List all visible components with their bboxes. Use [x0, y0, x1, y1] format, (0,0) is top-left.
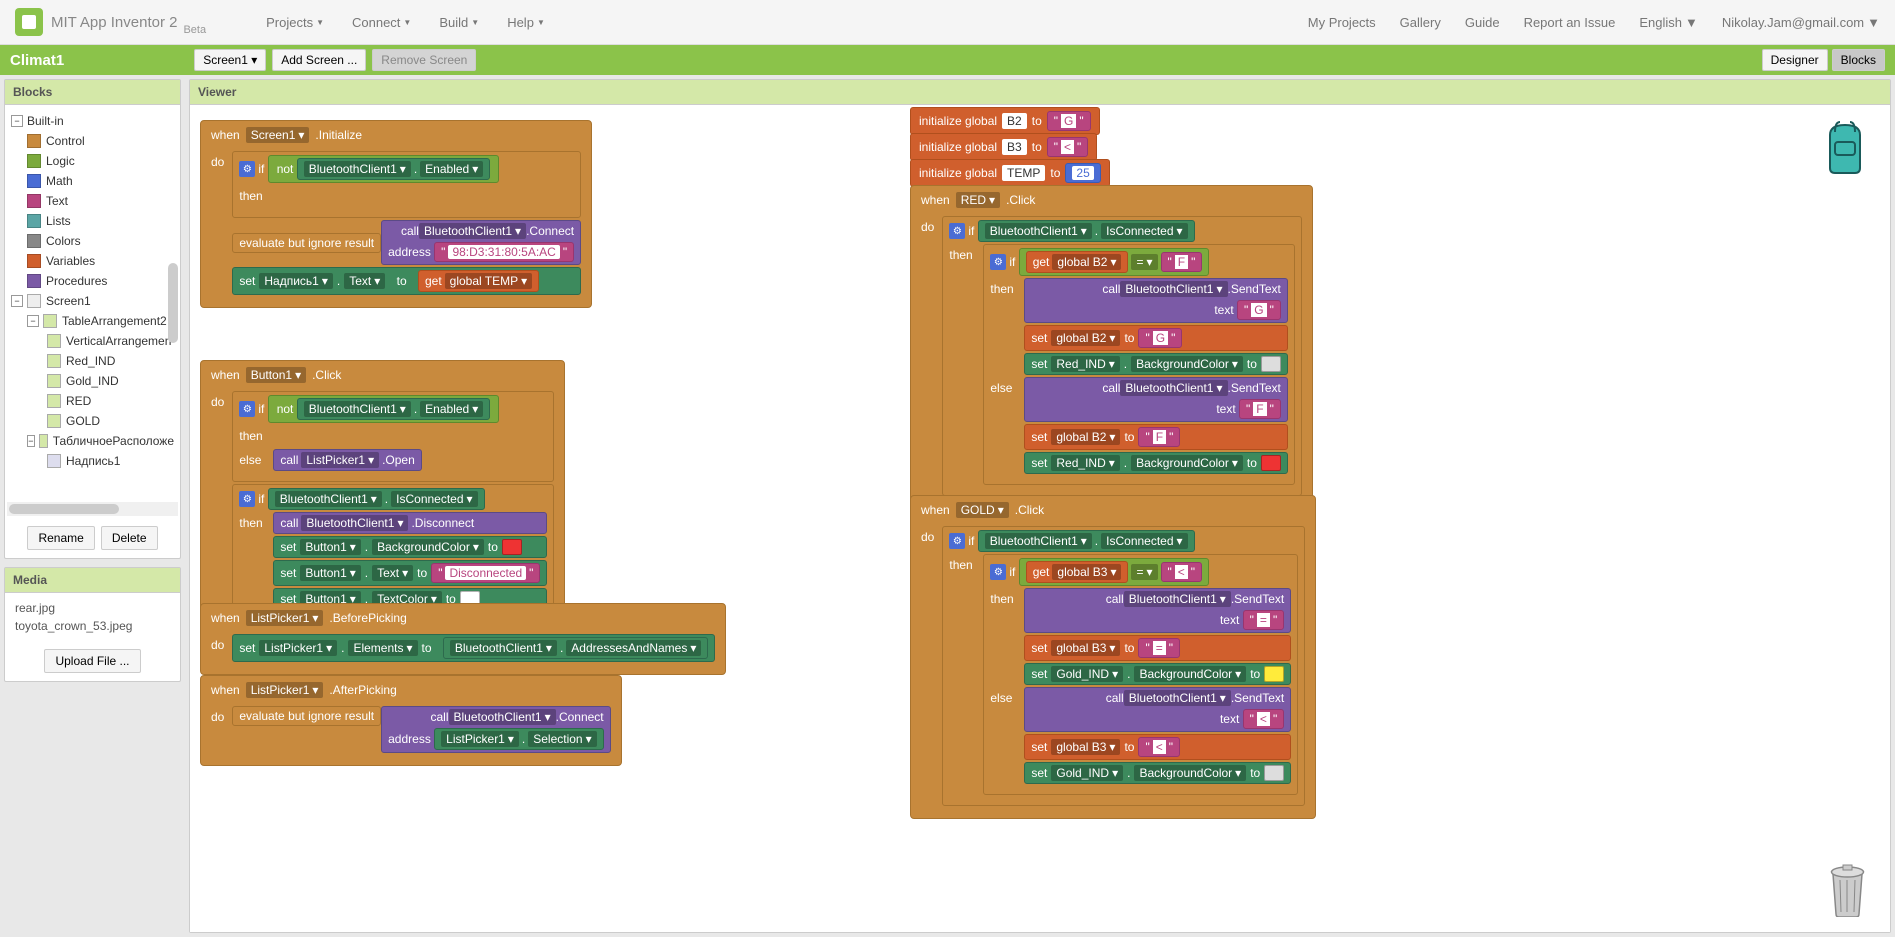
block-init-temp[interactable]: initialize global TEMP to 25: [910, 159, 1110, 187]
viewer-header: Viewer: [190, 80, 1890, 105]
app-logo-icon: [15, 8, 43, 36]
blocks-panel-header: Blocks: [5, 80, 180, 105]
tree-variables[interactable]: Variables: [9, 251, 176, 271]
main-menu: Projects▼ Connect▼ Build▼ Help▼: [266, 15, 545, 30]
top-bar: MIT App Inventor 2 Beta Projects▼ Connec…: [0, 0, 1895, 45]
block-gold-click[interactable]: when GOLD ▾ .Click do ⚙ if BluetoothClie…: [910, 495, 1316, 819]
tree-screen1[interactable]: −Screen1: [9, 291, 176, 311]
gear-icon[interactable]: ⚙: [239, 401, 255, 417]
tree-colors[interactable]: Colors: [9, 231, 176, 251]
media-panel: Media rear.jpg toyota_crown_53.jpeg Uplo…: [4, 567, 181, 682]
block-init-b2[interactable]: initialize global B2 to " G ": [910, 107, 1100, 135]
project-bar: Climat1 Screen1 ▾ Add Screen ... Remove …: [0, 45, 1895, 75]
tree-control[interactable]: Control: [9, 131, 176, 151]
gear-icon[interactable]: ⚙: [949, 533, 965, 549]
blocks-panel: Blocks −Built-in Control Logic Math Text…: [4, 79, 181, 559]
blocks-button[interactable]: Blocks: [1832, 49, 1885, 71]
gear-icon[interactable]: ⚙: [990, 564, 1006, 580]
menu-connect[interactable]: Connect▼: [352, 15, 411, 30]
tree-tabrus[interactable]: −ТабличноеРасположе: [9, 431, 176, 451]
rename-button[interactable]: Rename: [27, 526, 94, 550]
media-file-2[interactable]: toyota_crown_53.jpeg: [15, 617, 170, 635]
gear-icon[interactable]: ⚙: [990, 254, 1006, 270]
left-panel: Blocks −Built-in Control Logic Math Text…: [0, 75, 185, 937]
right-menu: My Projects Gallery Guide Report an Issu…: [1308, 15, 1880, 30]
menu-help[interactable]: Help▼: [507, 15, 545, 30]
tree-builtin[interactable]: −Built-in: [9, 111, 176, 131]
trash-icon[interactable]: [1825, 862, 1870, 917]
tree-lists[interactable]: Lists: [9, 211, 176, 231]
tree-logic[interactable]: Logic: [9, 151, 176, 171]
tree-text[interactable]: Text: [9, 191, 176, 211]
remove-screen-button[interactable]: Remove Screen: [372, 49, 476, 71]
menu-guide[interactable]: Guide: [1465, 15, 1500, 30]
block-listpicker-beforepicking[interactable]: when ListPicker1 ▾ .BeforePicking do set…: [200, 603, 726, 675]
media-panel-header: Media: [5, 568, 180, 593]
app-title: MIT App Inventor 2: [51, 14, 177, 31]
blocks-tree[interactable]: −Built-in Control Logic Math Text Lists …: [5, 105, 180, 500]
menu-gallery[interactable]: Gallery: [1400, 15, 1441, 30]
tree-procedures[interactable]: Procedures: [9, 271, 176, 291]
tree-hscrollbar[interactable]: [7, 502, 178, 516]
blocks-workspace[interactable]: when Screen1 ▾ .Initialize do ⚙ if not B…: [190, 105, 1890, 932]
project-name: Climat1: [10, 52, 64, 69]
gear-icon[interactable]: ⚙: [239, 161, 255, 177]
beta-label: Beta: [183, 24, 206, 36]
menu-user[interactable]: Nikolay.Jam@gmail.com▼: [1722, 15, 1880, 30]
tree-nadpis1[interactable]: Надпись1: [9, 451, 176, 471]
designer-button[interactable]: Designer: [1762, 49, 1828, 71]
menu-language[interactable]: English▼: [1639, 15, 1698, 30]
add-screen-button[interactable]: Add Screen ...: [272, 49, 366, 71]
block-button1-click[interactable]: when Button1 ▾ .Click do ⚙ if not Blueto…: [200, 360, 565, 634]
upload-file-button[interactable]: Upload File ...: [44, 649, 140, 673]
media-file-1[interactable]: rear.jpg: [15, 599, 170, 617]
menu-build[interactable]: Build▼: [439, 15, 479, 30]
gear-icon[interactable]: ⚙: [949, 223, 965, 239]
tree-gold[interactable]: GOLD: [9, 411, 176, 431]
tree-red[interactable]: RED: [9, 391, 176, 411]
menu-projects[interactable]: Projects▼: [266, 15, 324, 30]
block-listpicker-afterpicking[interactable]: when ListPicker1 ▾ .AfterPicking do eval…: [200, 675, 622, 766]
tree-vertarr[interactable]: VerticalArrangemen: [9, 331, 176, 351]
gear-icon[interactable]: ⚙: [239, 491, 255, 507]
tree-goldind[interactable]: Gold_IND: [9, 371, 176, 391]
tree-tablearr2[interactable]: −TableArrangement2: [9, 311, 176, 331]
block-screen1-initialize[interactable]: when Screen1 ▾ .Initialize do ⚙ if not B…: [200, 120, 592, 308]
block-red-click[interactable]: when RED ▾ .Click do ⚙ if BluetoothClien…: [910, 185, 1313, 509]
tree-redind[interactable]: Red_IND: [9, 351, 176, 371]
block-init-b3[interactable]: initialize global B3 to " < ": [910, 133, 1097, 161]
screen-selector[interactable]: Screen1 ▾: [194, 49, 266, 71]
viewer-panel: Viewer when Screen1 ▾ .Initialize do ⚙ i…: [189, 79, 1891, 933]
delete-button[interactable]: Delete: [101, 526, 158, 550]
menu-report[interactable]: Report an Issue: [1524, 15, 1616, 30]
tree-scrollbar-thumb[interactable]: [168, 263, 178, 343]
tree-math[interactable]: Math: [9, 171, 176, 191]
menu-my-projects[interactable]: My Projects: [1308, 15, 1376, 30]
backpack-icon[interactable]: [1820, 120, 1870, 175]
